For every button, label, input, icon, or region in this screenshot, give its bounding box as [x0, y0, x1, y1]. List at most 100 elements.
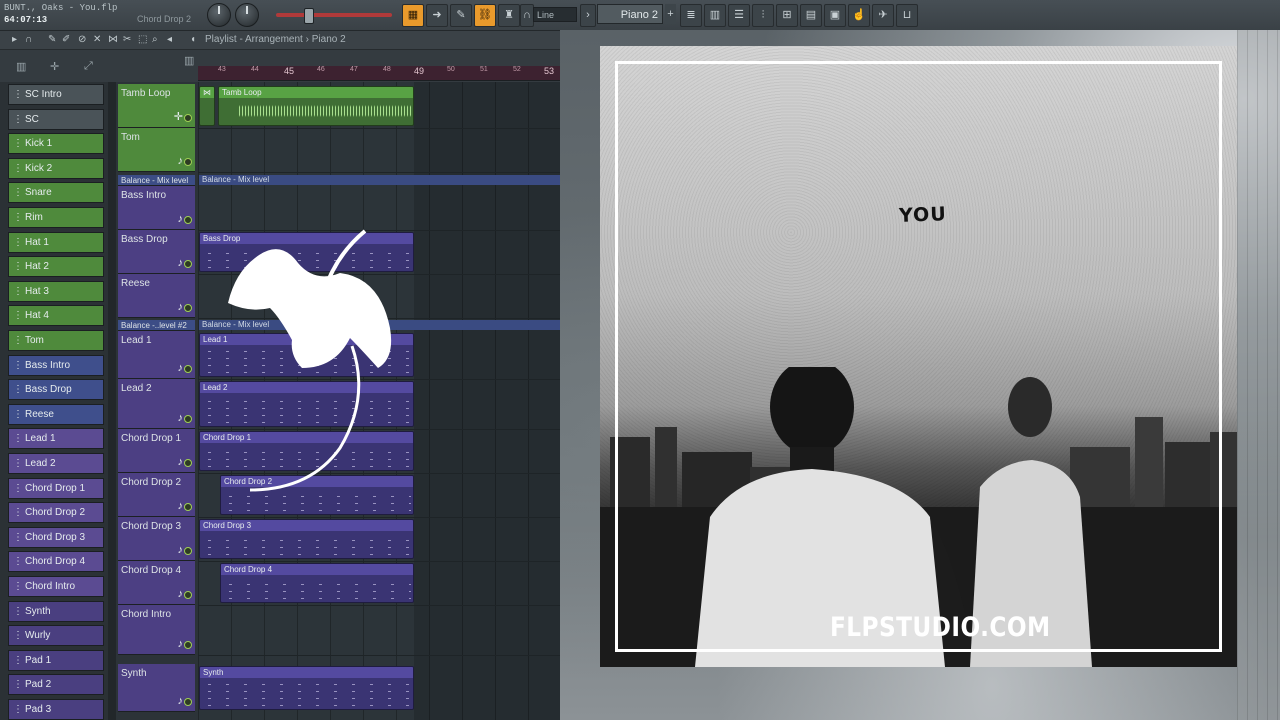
- channel-button[interactable]: Chord Drop 3: [8, 526, 104, 548]
- clipboard-icon[interactable]: ▣: [824, 4, 846, 27]
- track-enable-led[interactable]: [184, 216, 192, 224]
- chevron-right-icon[interactable]: ▸: [12, 31, 17, 49]
- clip-balance-1[interactable]: Balance - Mix level: [199, 175, 600, 185]
- master-level-thumb[interactable]: [304, 8, 314, 24]
- channel-button[interactable]: Pad 1: [8, 649, 104, 671]
- mute-icon[interactable]: ✕: [93, 31, 101, 49]
- clip-chord-drop-4[interactable]: Chord Drop 4: [220, 563, 414, 603]
- touch-icon[interactable]: ☝: [848, 4, 870, 27]
- channel-button[interactable]: SC: [8, 108, 104, 130]
- channel-button[interactable]: Wurly: [8, 625, 104, 647]
- plugin-icon[interactable]: ⊞: [776, 4, 798, 27]
- clip-tamb-loop-small[interactable]: ⋈: [199, 86, 215, 126]
- pencil-icon[interactable]: ✎: [48, 31, 56, 49]
- track-header-tom[interactable]: Tom ♪: [118, 128, 195, 172]
- track-enable-led[interactable]: [184, 641, 192, 649]
- cart-icon[interactable]: ⊔: [896, 4, 918, 27]
- slice-icon[interactable]: ✂: [123, 31, 131, 49]
- track-enable-led[interactable]: [184, 591, 192, 599]
- snap-select[interactable]: Line: [533, 7, 577, 22]
- track-enable-led[interactable]: [184, 365, 192, 373]
- track-header-balance-2[interactable]: Balance -..level #2: [118, 320, 195, 331]
- channel-button[interactable]: Bass Intro: [8, 354, 104, 376]
- zoom-icon[interactable]: ⌕: [152, 31, 158, 49]
- clip-chord-drop-3[interactable]: Chord Drop 3: [199, 519, 414, 559]
- magnet-icon[interactable]: ∩: [25, 31, 32, 49]
- channel-button[interactable]: Chord Drop 2: [8, 502, 104, 524]
- track-enable-led[interactable]: [184, 503, 192, 511]
- channel-button[interactable]: Lead 1: [8, 428, 104, 450]
- channel-button[interactable]: Snare: [8, 182, 104, 204]
- master-volume-knob[interactable]: [207, 3, 231, 27]
- track-header-synth[interactable]: Synth ♪: [118, 664, 195, 712]
- select-icon[interactable]: ⬚: [138, 31, 147, 49]
- track-enable-led[interactable]: [184, 698, 192, 706]
- playback-icon[interactable]: ◂: [167, 31, 172, 49]
- channel-button[interactable]: Synth: [8, 600, 104, 622]
- clip-synth[interactable]: Synth: [199, 666, 414, 710]
- track-enable-led[interactable]: [184, 114, 192, 122]
- current-pattern-select[interactable]: Piano 2: [597, 4, 663, 24]
- track-header-balance-1[interactable]: Balance - Mix level: [118, 175, 195, 186]
- channel-button[interactable]: Hat 2: [8, 256, 104, 278]
- track-enable-led[interactable]: [184, 547, 192, 555]
- channel-button[interactable]: Kick 1: [8, 133, 104, 155]
- track-header-chord-drop-2[interactable]: Chord Drop 2 ♪: [118, 473, 195, 517]
- channel-button[interactable]: SC Intro: [8, 84, 104, 105]
- channel-button[interactable]: Pad 2: [8, 674, 104, 696]
- paint-icon[interactable]: ✐: [62, 31, 70, 49]
- chevron-right-icon[interactable]: ›: [580, 4, 596, 27]
- playlist-icon[interactable]: ≣: [680, 4, 702, 27]
- track-enable-led[interactable]: [184, 415, 192, 423]
- track-header-bass-intro[interactable]: Bass Intro ♪: [118, 186, 195, 230]
- channel-button[interactable]: Lead 2: [8, 453, 104, 474]
- track-header-lead-1[interactable]: Lead 1 ♪: [118, 331, 195, 379]
- master-level-slider[interactable]: [276, 13, 392, 17]
- pattern-song-toggle[interactable]: ▦: [402, 4, 424, 27]
- track-enable-led[interactable]: [184, 459, 192, 467]
- arrow-right-icon[interactable]: ➜: [426, 4, 448, 27]
- add-pattern-button[interactable]: +: [665, 4, 676, 24]
- channel-button[interactable]: Hat 3: [8, 280, 104, 302]
- channel-button[interactable]: Hat 1: [8, 231, 104, 253]
- piano-roll-icon[interactable]: ▥: [704, 4, 726, 27]
- channel-button[interactable]: Kick 2: [8, 157, 104, 179]
- magnet-icon[interactable]: ∩: [520, 4, 534, 27]
- track-header-tamb-loop[interactable]: Tamb Loop ✛: [118, 84, 195, 128]
- master-pitch-knob[interactable]: [235, 3, 259, 27]
- pattern-picker-icon[interactable]: ▥: [16, 60, 26, 73]
- channel-button[interactable]: Tom: [8, 330, 104, 351]
- track-header-chord-drop-4[interactable]: Chord Drop 4 ♪: [118, 561, 195, 605]
- bird-icon[interactable]: ✈: [872, 4, 894, 27]
- delete-icon[interactable]: ⊘: [78, 31, 86, 49]
- channel-rack-icon[interactable]: ☰: [728, 4, 750, 27]
- metronome-icon[interactable]: ♜: [498, 4, 520, 27]
- slip-icon[interactable]: ⋈: [108, 31, 118, 49]
- clip-tamb-loop[interactable]: Tamb Loop: [218, 86, 414, 126]
- track-enable-led[interactable]: [184, 158, 192, 166]
- track-enable-led[interactable]: [184, 304, 192, 312]
- track-header-lead-2[interactable]: Lead 2 ♪: [118, 379, 195, 429]
- pattern-tab-icon[interactable]: ▥: [184, 54, 194, 67]
- channel-button[interactable]: Pad 3: [8, 699, 104, 720]
- pencil-icon[interactable]: ✎: [450, 4, 472, 27]
- move-icon[interactable]: ✛: [50, 60, 59, 73]
- track-header-chord-drop-3[interactable]: Chord Drop 3 ♪: [118, 517, 195, 561]
- channel-button[interactable]: Chord Intro: [8, 576, 104, 597]
- speaker-icon[interactable]: ◖: [190, 31, 196, 49]
- track-header-chord-drop-1[interactable]: Chord Drop 1 ♪: [118, 429, 195, 473]
- channel-button[interactable]: Reese: [8, 403, 104, 425]
- track-header-bass-drop[interactable]: Bass Drop ♪: [118, 230, 195, 274]
- track-enable-led[interactable]: [184, 260, 192, 268]
- channel-button[interactable]: Chord Drop 1: [8, 477, 104, 499]
- slide-icon[interactable]: ⤢: [84, 60, 93, 73]
- track-header-reese[interactable]: Reese ♪: [118, 274, 195, 318]
- channel-button[interactable]: Rim: [8, 207, 104, 228]
- channel-button[interactable]: Bass Drop: [8, 379, 104, 401]
- link-icon[interactable]: ⛓: [474, 4, 496, 27]
- mixer-icon[interactable]: ⫶: [752, 4, 774, 27]
- channel-button[interactable]: Hat 4: [8, 305, 104, 327]
- browser-icon[interactable]: ▤: [800, 4, 822, 27]
- channel-button[interactable]: Chord Drop 4: [8, 551, 104, 573]
- timeline-ruler[interactable]: 43 44 45 46 47 48 49 50 51 52 53 54: [198, 66, 600, 81]
